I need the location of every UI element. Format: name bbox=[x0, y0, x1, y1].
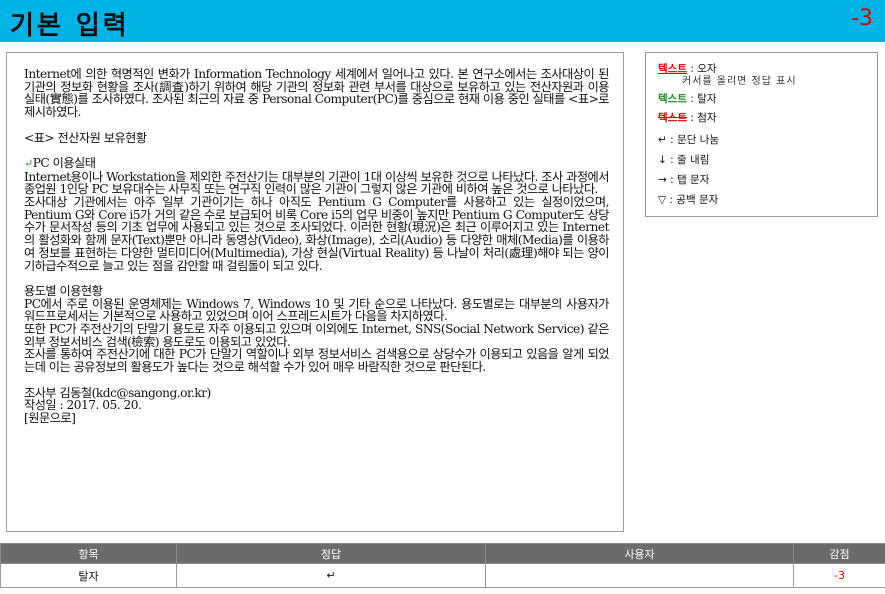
paragraph: Internet용이나 Workstation을 제외한 주전산기는 대부분의 … bbox=[24, 169, 613, 197]
missing-enter-icon[interactable]: ↵ bbox=[24, 157, 33, 170]
legend-linebreak: ↓ : 줄 내림 bbox=[658, 152, 709, 167]
legend-paragraph: ↵ : 문단 나눔 bbox=[658, 132, 719, 147]
missing-sample: 텍스트 bbox=[658, 93, 687, 105]
linebreak-label: : 줄 내림 bbox=[670, 154, 710, 166]
paragraph: Internet에 의한 혁명적인 변화가 Information Techno… bbox=[24, 67, 613, 120]
cell-answer: ↵ bbox=[176, 563, 486, 588]
paragraph: 용도별 이용현황 bbox=[24, 283, 103, 298]
typo-hint: 커서를 올리면 정답 표시 bbox=[682, 76, 797, 87]
extra-sample: 텍스트 bbox=[658, 112, 687, 124]
score-display: -3 bbox=[851, 6, 873, 31]
header-bar: 기본 입력 -3 bbox=[0, 0, 885, 42]
document-panel[interactable]: Internet에 의한 혁명적인 변화가 Information Techno… bbox=[6, 52, 624, 532]
missing-label: : 탈자 bbox=[690, 93, 717, 105]
paragraph: PC에서 주로 이용된 운영체제는 Windows 7, Windows 10 … bbox=[24, 296, 613, 324]
extra-label: : 첨자 bbox=[690, 112, 717, 124]
legend-panel: 텍스트 : 오자 커서를 올리면 정답 표시 텍스트 : 탈자 텍스트 : 첨자… bbox=[645, 52, 878, 217]
page-title: 기본 입력 bbox=[10, 11, 130, 41]
enter-icon: ↵ bbox=[658, 134, 667, 146]
paragraph-heading: PC 이용실태 bbox=[32, 155, 96, 170]
column-header-answer: 정답 bbox=[176, 543, 486, 564]
space-label: : 공백 문자 bbox=[669, 194, 719, 206]
original-link[interactable]: [원문으로] bbox=[24, 412, 609, 425]
date-line: 작성일 : 2017. 05. 20. bbox=[24, 398, 142, 413]
result-table: 항목 정답 사용자 감점 탈자 ↵ -3 bbox=[0, 543, 885, 588]
legend-space: ▽ : 공백 문자 bbox=[658, 192, 718, 207]
arrow-down-icon: ↓ bbox=[658, 154, 667, 166]
paragraph-missing-enter: ↵PC 이용실태 bbox=[24, 157, 609, 171]
legend-tab: → : 탭 문자 bbox=[658, 172, 709, 187]
triangle-down-icon: ▽ bbox=[658, 194, 667, 206]
paragraph: 조사를 통하여 주전산기에 대한 PC가 단말기 역할이나 외부 정보서비스 검… bbox=[24, 347, 610, 375]
column-header-deduction: 감점 bbox=[793, 543, 885, 564]
paragraph: 조사대상 기관에서는 아주 일부 기관이기는 하나 아직도 Pentium G … bbox=[24, 195, 613, 273]
arrow-right-icon: → bbox=[658, 174, 667, 186]
cell-user bbox=[485, 563, 794, 588]
document-text: Internet에 의한 혁명적인 변화가 Information Techno… bbox=[24, 67, 613, 425]
table-row: 탈자 ↵ -3 bbox=[0, 563, 885, 588]
tab-label: : 탭 문자 bbox=[670, 174, 710, 186]
column-header-user: 사용자 bbox=[485, 543, 794, 564]
cell-item: 탈자 bbox=[0, 563, 177, 588]
table-header-row: 항목 정답 사용자 감점 bbox=[0, 543, 885, 564]
paragraph: 또한 PC가 주전산기의 단말기 용도로 자주 이용되고 있으며 이외에도 In… bbox=[24, 322, 613, 349]
legend-missing: 텍스트 : 탈자 bbox=[658, 91, 717, 106]
column-header-item: 항목 bbox=[0, 543, 177, 564]
paragraph: <표> 전산자원 보유현황 bbox=[24, 130, 147, 145]
cell-deduction: -3 bbox=[793, 563, 885, 588]
paragraph-label: : 문단 나눔 bbox=[670, 134, 720, 146]
legend-extra: 텍스트 : 첨자 bbox=[658, 110, 717, 125]
